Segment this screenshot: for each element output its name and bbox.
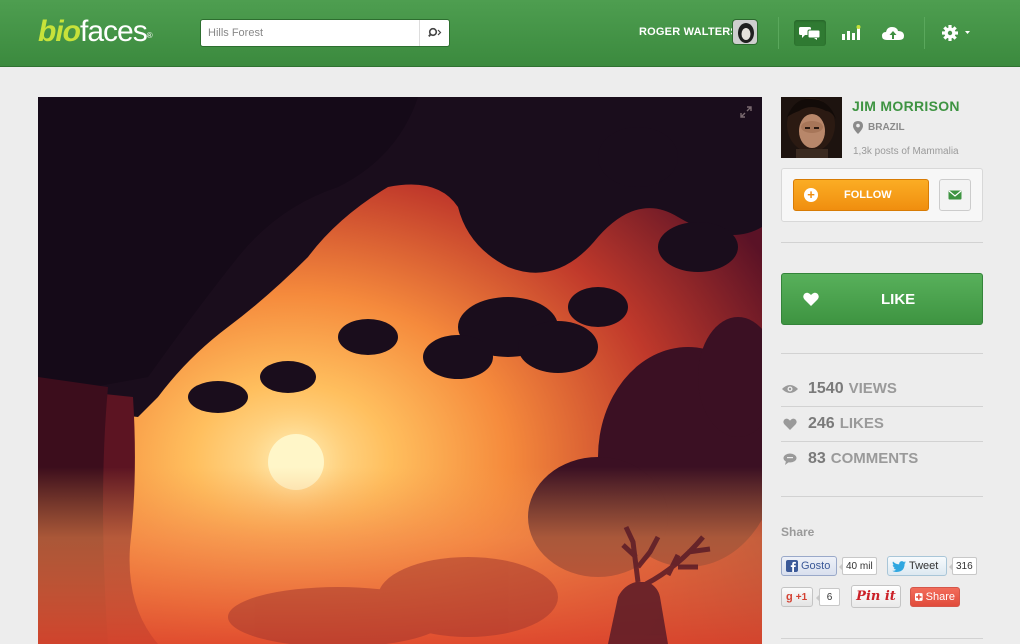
sidebar-divider [781,638,983,639]
search-box [200,19,450,47]
expand-icon [740,106,752,118]
sidebar-divider [781,353,983,354]
author-name[interactable]: JIM MORRISON [852,98,960,114]
messages-icon [799,27,821,40]
search-button[interactable] [419,20,449,46]
sidebar-divider [781,242,983,243]
like-button-label: LIKE [881,290,916,308]
author-location: BRAZIL [853,121,905,134]
heart-icon [783,418,797,430]
settings-menu-button[interactable] [940,20,972,46]
tweet-count: 316 [949,557,977,575]
expand-photo-button[interactable] [740,106,752,118]
facebook-like-count: 40 mil [839,557,877,575]
stats-button[interactable] [836,20,868,46]
facebook-icon [786,560,798,572]
tweet-button[interactable]: Tweet [887,556,947,576]
logo-registered-mark: ® [146,31,153,40]
follow-button-label: FOLLOW [844,189,892,201]
likes-count: 246 [808,414,835,432]
comments-count: 83 [808,449,826,467]
twitter-bird-icon [892,560,906,572]
comments-stat[interactable]: 83 COMMENTS [782,441,982,476]
current-user-name[interactable]: ROGER WALTERS [639,26,738,38]
search-icon [427,27,441,38]
logo-text-bio: bio [38,15,81,48]
like-button[interactable]: LIKE [781,273,983,325]
author-posts-count[interactable]: 1,3k posts of Mammalia [853,146,959,157]
views-stat: 1540 VIEWS [782,371,982,406]
heart-icon [803,292,819,306]
current-user-avatar[interactable] [732,19,758,45]
header-divider [924,17,925,49]
send-message-button[interactable] [939,179,971,211]
share-heading: Share [781,525,815,539]
pinterest-pin-label: Pin it [856,589,896,604]
comments-label: COMMENTS [830,450,919,467]
facebook-like-button[interactable]: Gosto [781,556,837,576]
main-photo[interactable] [38,97,762,644]
sidebar-divider [781,496,983,497]
top-navigation-bar: biofaces® ROGER WALTERS [0,0,1020,67]
search-input[interactable] [201,20,419,46]
eye-icon [782,384,798,393]
upload-button[interactable] [877,20,909,46]
envelope-icon [948,190,962,200]
author-avatar[interactable] [781,97,842,158]
author-location-label: BRAZIL [868,122,905,133]
likes-stat: 246 LIKES [782,406,982,441]
header-divider [778,17,779,49]
location-pin-icon [853,121,863,134]
messages-button[interactable] [794,20,826,46]
google-plus-icon: g [786,591,793,603]
chevron-down-icon [965,31,970,34]
biofaces-logo[interactable]: biofaces® [38,14,153,50]
google-plus-one-count: 6 [816,588,840,606]
google-plus-one-button[interactable]: g +1 [781,587,813,607]
addthis-share-button[interactable]: Share [910,587,960,607]
likes-label: LIKES [839,415,884,432]
comment-icon [783,453,797,465]
stats-icon [842,25,861,40]
tweet-label: Tweet [909,560,939,572]
upload-cloud-icon [882,27,904,40]
addthis-share-label: Share [925,591,955,603]
settings-gear-icon [942,25,970,41]
plus-square-icon [915,593,923,601]
google-plus-one-label: +1 [795,591,808,603]
logo-text-faces: faces [80,15,148,48]
follow-button[interactable]: + FOLLOW [793,179,929,211]
views-count: 1540 [808,379,844,397]
plus-icon: + [804,188,818,202]
pinterest-pin-button[interactable]: Pin it [851,585,901,608]
follow-panel: + FOLLOW [781,168,983,222]
facebook-like-label: Gosto [801,560,831,572]
views-label: VIEWS [848,380,897,397]
